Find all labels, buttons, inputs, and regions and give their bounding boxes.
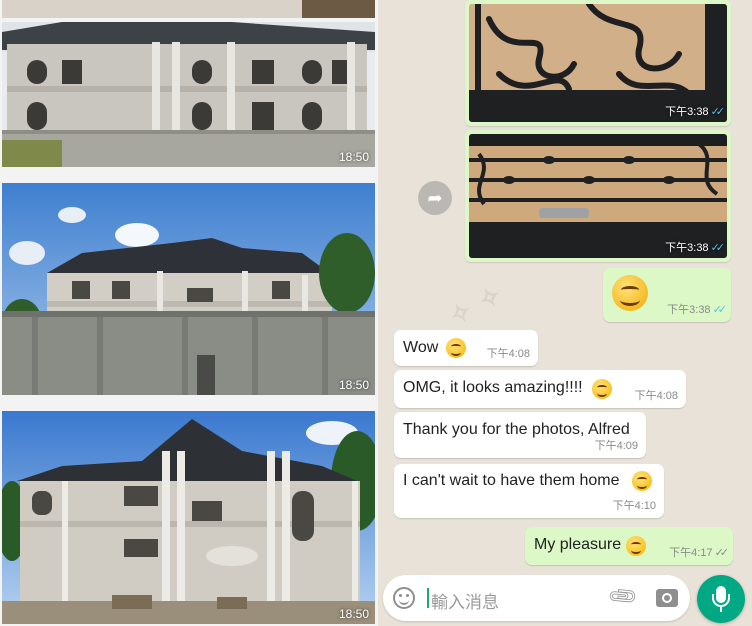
house-photo-3[interactable]: 18:50 <box>2 411 375 624</box>
smiling-emoji-icon <box>626 536 646 556</box>
message-timestamp: 下午4:17 ✓✓ <box>669 547 730 559</box>
read-ticks-icon: ✓✓ <box>712 304 728 316</box>
mic-icon-stem <box>720 606 722 612</box>
incoming-message[interactable]: Wow 下午4:08 <box>394 330 538 366</box>
image-message[interactable]: 下午3:38 ✓✓ <box>465 130 731 262</box>
photo-column: 18:50 18:50 18:50 <box>0 0 378 626</box>
star-struck-emoji-icon <box>632 471 652 491</box>
incoming-message[interactable]: OMG, it looks amazing!!!! 下午4:08 <box>394 370 686 408</box>
incoming-message[interactable]: I can't wait to have them home 下午4:10 <box>394 464 664 518</box>
message-timestamp: 下午3:38 ✓✓ <box>665 106 726 118</box>
forward-icon[interactable]: ➦ <box>418 181 452 215</box>
hugging-emoji-icon <box>592 379 612 399</box>
delivered-ticks-icon: ✓✓ <box>714 547 730 559</box>
emoji-icon[interactable] <box>393 587 415 609</box>
read-ticks-icon: ✓✓ <box>710 106 726 118</box>
camera-icon[interactable] <box>656 589 678 607</box>
attach-icon[interactable]: 📎︎ <box>607 580 641 613</box>
house-photo-1[interactable]: 18:50 <box>2 22 375 167</box>
photo-timestamp: 18:50 <box>338 607 369 621</box>
watermark: ✧ ✧ <box>444 278 509 332</box>
text-caret <box>427 588 429 608</box>
smiling-emoji-icon <box>612 275 648 311</box>
house-photo-2[interactable]: 18:50 <box>2 183 375 395</box>
message-timestamp: 下午4:08 <box>486 348 530 360</box>
image-message[interactable]: 下午3:38 ✓✓ <box>465 0 731 126</box>
message-timestamp: 下午4:08 <box>634 390 678 402</box>
mic-button[interactable] <box>697 575 745 623</box>
photo-top-strip <box>2 0 375 18</box>
message-timestamp: 下午3:38 ✓✓ <box>667 304 728 316</box>
message-timestamp: 下午4:09 <box>594 440 638 452</box>
star-struck-emoji-icon <box>446 338 466 358</box>
message-input-bar: 輸入消息 📎︎ <box>383 575 690 621</box>
screenshot-root: 18:50 18:50 18:50 ✧ ✧ 下午3:38 ✓✓ 下午3:38 ✓… <box>0 0 752 626</box>
read-ticks-icon: ✓✓ <box>710 242 726 254</box>
photo-timestamp: 18:50 <box>338 150 369 164</box>
outgoing-message[interactable]: My pleasure 下午4:17 ✓✓ <box>525 527 733 565</box>
message-timestamp: 下午3:38 ✓✓ <box>665 242 726 254</box>
incoming-message[interactable]: Thank you for the photos, Alfred 下午4:09 <box>394 412 646 458</box>
photo-timestamp: 18:50 <box>338 378 369 392</box>
message-timestamp: 下午4:10 <box>612 500 656 512</box>
message-input[interactable]: 輸入消息 <box>431 588 499 613</box>
